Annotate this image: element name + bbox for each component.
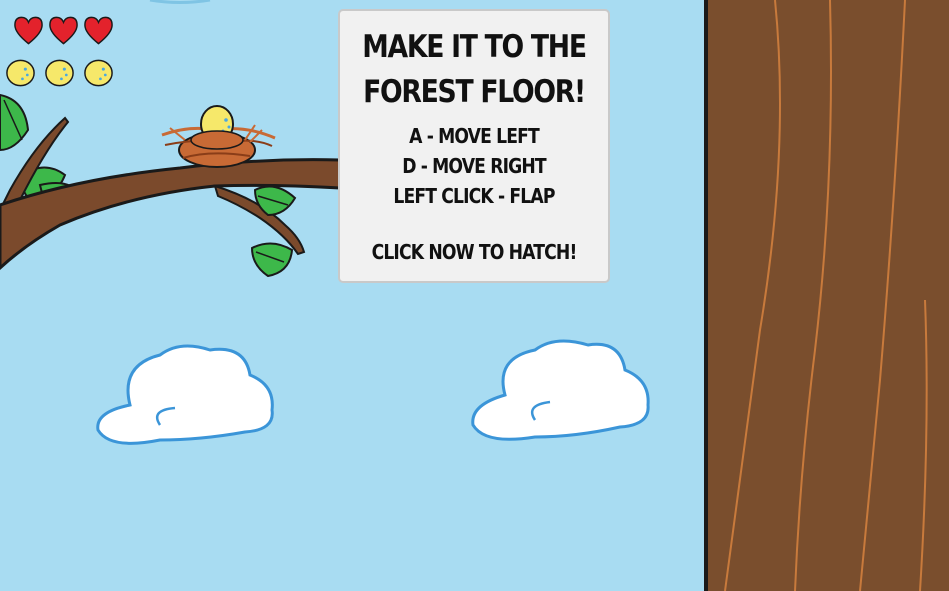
- control-flap: LEFT CLICK - FLAP: [393, 184, 555, 208]
- heart-icon: [84, 16, 113, 45]
- tree-trunk: [704, 0, 949, 591]
- lives-display: [12, 14, 115, 48]
- panel-title: MAKE IT TO THE FOREST FLOOR!: [359, 25, 589, 115]
- egg-icon: [6, 59, 35, 87]
- eggs-display: [4, 56, 115, 90]
- panel-title-line1: MAKE IT TO THE: [362, 29, 587, 65]
- control-move-right: D - MOVE RIGHT: [402, 154, 546, 178]
- controls-list: A - MOVE LEFT D - MOVE RIGHT LEFT CLICK …: [340, 121, 608, 211]
- egg-icon: [45, 59, 74, 87]
- control-move-left: A - MOVE LEFT: [409, 124, 540, 148]
- egg-icon: [84, 59, 113, 87]
- hatch-prompt[interactable]: CLICK NOW TO HATCH!: [359, 240, 589, 264]
- heart-icon: [14, 16, 43, 45]
- panel-title-line2: FOREST FLOOR!: [363, 74, 586, 110]
- instructions-panel[interactable]: MAKE IT TO THE FOREST FLOOR! A - MOVE LE…: [338, 9, 610, 283]
- heart-icon: [49, 16, 78, 45]
